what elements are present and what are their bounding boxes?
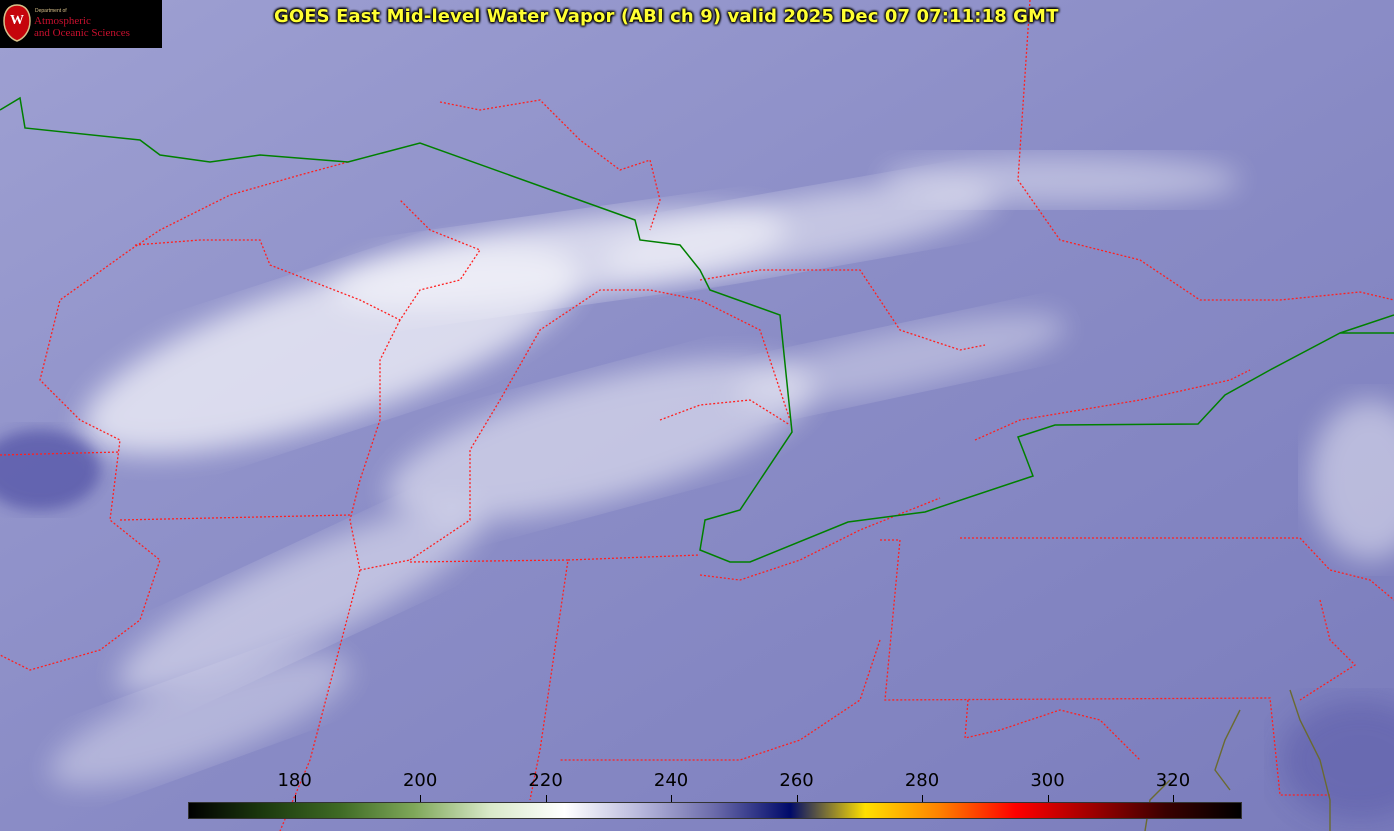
colorbar-tick xyxy=(922,795,924,802)
colorbar-tick xyxy=(1047,795,1049,802)
logo-dept-text: Department of xyxy=(35,8,67,14)
page-title: GOES East Mid-level Water Vapor (ABI ch … xyxy=(274,6,1059,27)
colorbar-tick-label: 300 xyxy=(1030,770,1065,791)
colorbar-tick-label: 320 xyxy=(1155,770,1191,791)
colorbar xyxy=(188,802,1242,819)
colorbar-tick-label: 180 xyxy=(277,770,312,791)
logo-name-line2: and Oceanic Sciences xyxy=(34,27,130,39)
colorbar-tick-label: 240 xyxy=(653,770,689,791)
colorbar-tick xyxy=(420,795,422,802)
colorbar-tick-label: 280 xyxy=(904,770,940,791)
logo-name-line1: Atmospheric xyxy=(34,15,91,27)
colorbar-tick xyxy=(671,795,673,802)
university-logo: Department of Atmospheric and Oceanic Sc… xyxy=(0,0,162,48)
colorbar-tick-label: 220 xyxy=(528,770,563,791)
water-vapor-map xyxy=(0,0,1394,831)
colorbar-tick xyxy=(545,795,547,802)
satellite-image: Department of Atmospheric and Oceanic Sc… xyxy=(0,0,1394,831)
logo-seal-letter: W xyxy=(10,13,24,28)
colorbar-tick-label: 260 xyxy=(779,770,814,791)
colorbar-tick xyxy=(796,795,798,802)
colorbar-tick xyxy=(294,795,296,802)
colorbar-tick xyxy=(1172,795,1174,802)
colorbar-tick-label: 200 xyxy=(402,770,438,791)
